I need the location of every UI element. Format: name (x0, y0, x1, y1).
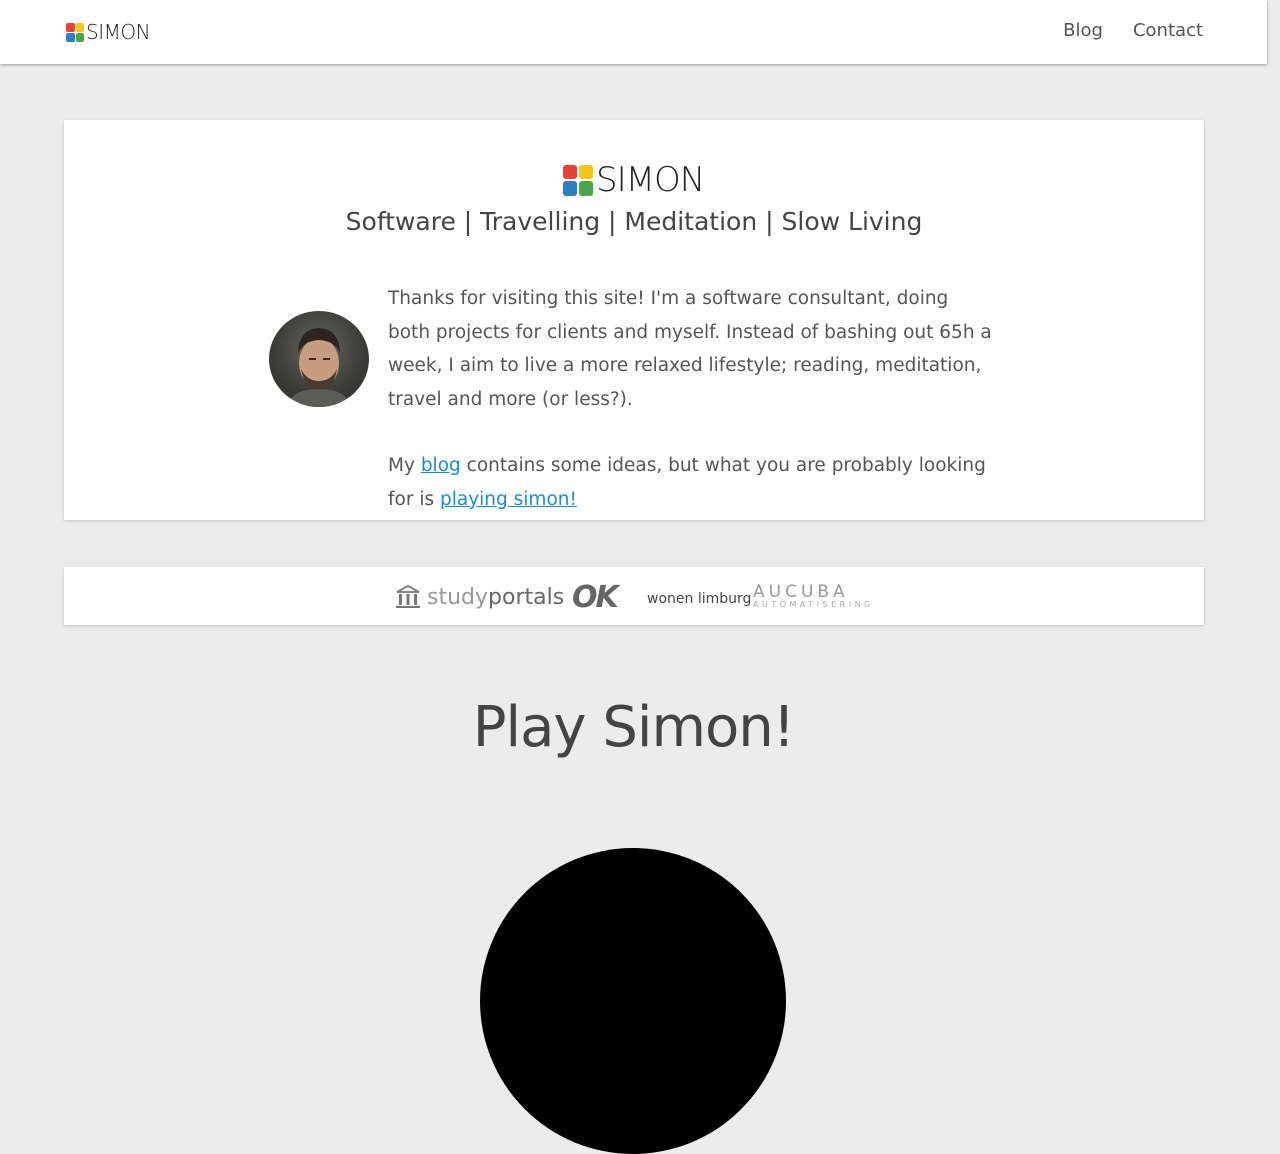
wonen-limburg-logo: wonen limburg (647, 585, 751, 613)
intro-card: SIMON Software | Travelling | Meditation… (64, 120, 1204, 520)
studyportals-logo: study portals (395, 583, 564, 611)
studyportals-study: study (427, 584, 489, 610)
blog-sentence-prefix: My (388, 455, 415, 476)
play-simon-title: Play Simon! (472, 695, 795, 760)
top-navbar: SIMON Blog Contact (0, 0, 1267, 64)
building-icon (396, 585, 420, 608)
play-simon-link[interactable]: playing simon! (440, 489, 577, 510)
simon-logo-mark-icon (563, 164, 593, 196)
intro-paragraph: Thanks for visiting this site! I'm a sof… (388, 288, 992, 410)
aucuba-subtext: AUTOMATISERING (753, 600, 874, 609)
site-logo[interactable]: SIMON (66, 20, 151, 44)
portrait-icon (287, 328, 351, 407)
nav-links: Blog Contact (1063, 20, 1203, 41)
simon-logo-mark-icon (66, 22, 84, 42)
avatar (269, 311, 369, 407)
wonen-limburg-text: wonen limburg (647, 591, 752, 607)
tagline: Software | Travelling | Meditation | Slo… (345, 207, 923, 236)
hero-logo: SIMON (563, 160, 705, 200)
ok-logo: OK (572, 579, 619, 615)
aucuba-text: AUCUBA (753, 582, 849, 602)
nav-link-blog[interactable]: Blog (1063, 20, 1103, 41)
logo-text: SIMON (86, 20, 151, 44)
nav-link-contact[interactable]: Contact (1133, 20, 1203, 41)
blog-sentence: My blog contains some ideas, but what yo… (388, 449, 994, 516)
studyportals-portals: portals (488, 584, 565, 610)
hero-logo-text: SIMON (596, 160, 705, 200)
blog-link[interactable]: blog (421, 455, 461, 476)
simon-game-board[interactable] (480, 848, 786, 1154)
client-logos: study portals OK wonen limburg AUCUBA AUT… (64, 567, 1204, 625)
aucuba-logo: AUCUBA AUTOMATISERING (753, 584, 874, 612)
intro-text: Thanks for visiting this site! I'm a sof… (388, 282, 994, 516)
